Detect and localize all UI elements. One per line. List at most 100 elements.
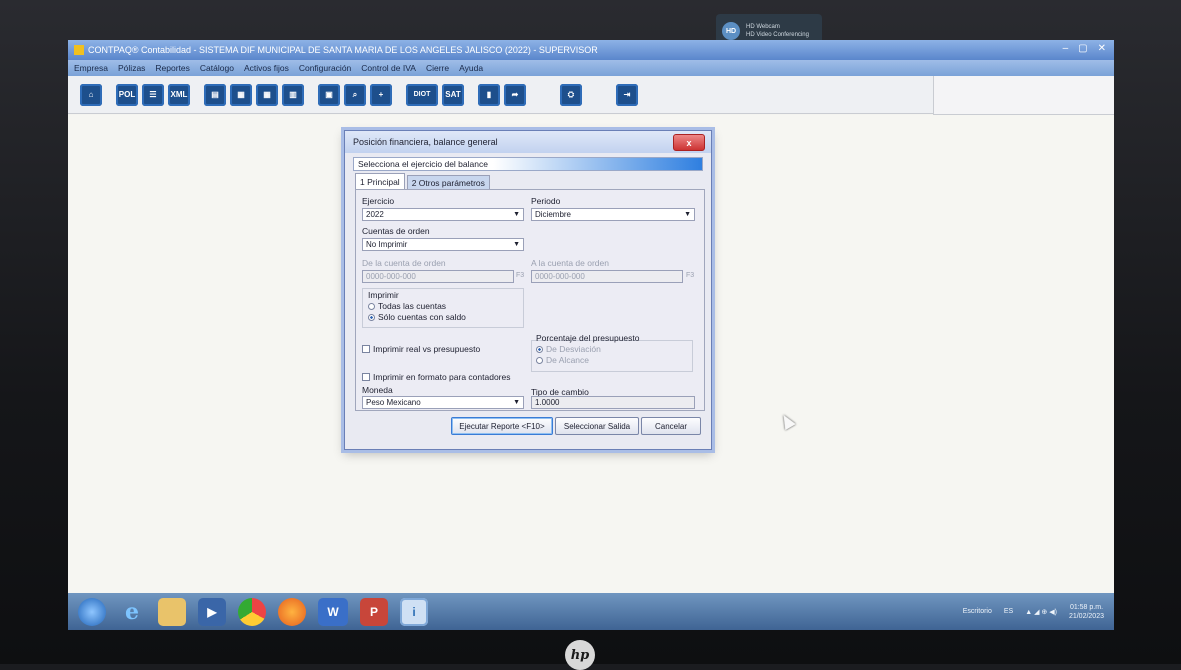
sat-icon[interactable]: SAT bbox=[442, 83, 464, 106]
hp-logo: hp bbox=[565, 640, 595, 670]
desktop-toolbar[interactable]: Escritorio bbox=[963, 608, 992, 615]
cuentas-orden-value: No Imprimir bbox=[366, 240, 408, 249]
search-report-icon[interactable]: ⌕ bbox=[344, 83, 366, 106]
a-cuenta-input[interactable]: 0000-000-000 bbox=[531, 270, 683, 283]
user-settings-icon[interactable]: ⛭ bbox=[560, 83, 582, 106]
tab-otros-parametros[interactable]: 2 Otros parámetros bbox=[406, 175, 490, 190]
clock[interactable]: 01:58 p.m. 21/02/2023 bbox=[1069, 603, 1104, 621]
cuentas-orden-select[interactable]: No Imprimir ▼ bbox=[362, 238, 524, 251]
chevron-down-icon: ▼ bbox=[513, 241, 520, 248]
menu-control-iva[interactable]: Control de IVA bbox=[361, 63, 416, 73]
home-icon[interactable]: ⌂ bbox=[80, 83, 102, 106]
add-icon[interactable]: + bbox=[370, 83, 392, 106]
checkbox-formato-contadores[interactable]: Imprimir en formato para contadores bbox=[362, 372, 510, 382]
clock-date: 21/02/2023 bbox=[1068, 612, 1104, 620]
menu-ayuda[interactable]: Ayuda bbox=[459, 63, 483, 73]
formato-contadores-label: Imprimir en formato para contadores bbox=[373, 372, 511, 382]
powerpoint-icon[interactable]: P bbox=[360, 597, 388, 626]
internet-explorer-icon[interactable]: e bbox=[118, 598, 146, 626]
balance-general-dialog: Posición financiera, balance general x S… bbox=[344, 130, 712, 450]
ejecutar-reporte-button[interactable]: Ejecutar Reporte <F10> bbox=[451, 417, 553, 435]
dialog-close-button[interactable]: x bbox=[673, 134, 705, 151]
chevron-down-icon: ▼ bbox=[684, 211, 691, 218]
app-icon bbox=[74, 45, 84, 55]
seleccionar-salida-button[interactable]: Seleccionar Salida bbox=[555, 417, 639, 435]
radio-off-icon bbox=[536, 356, 543, 364]
checkbox-icon bbox=[362, 373, 370, 381]
ejercicio-value: 2022 bbox=[366, 210, 384, 219]
start-button[interactable] bbox=[78, 597, 106, 626]
cuentas-orden-label: Cuentas de orden bbox=[362, 226, 430, 236]
periodo-label: Periodo bbox=[531, 196, 561, 206]
radio-solo-con-saldo[interactable]: Sólo cuentas con saldo bbox=[368, 312, 466, 322]
calculator-icon[interactable]: ▣ bbox=[318, 83, 340, 106]
dialog-titlebar: Posición financiera, balance general x bbox=[345, 131, 711, 153]
report-icon-3[interactable]: ▥ bbox=[282, 83, 304, 106]
a-cuenta-value: 0000-000-000 bbox=[535, 272, 585, 281]
file-explorer-icon[interactable] bbox=[158, 597, 186, 626]
checkbox-real-vs-presupuesto[interactable]: Imprimir real vs presupuesto bbox=[362, 344, 480, 354]
media-player-icon[interactable]: ▶ bbox=[198, 597, 226, 626]
moneda-select[interactable]: Peso Mexicano ▼ bbox=[362, 396, 524, 409]
de-cuenta-label: De la cuenta de orden bbox=[362, 258, 446, 268]
tipo-cambio-input[interactable]: 1.0000 bbox=[531, 396, 695, 409]
report-icon-1[interactable]: ▦ bbox=[230, 83, 252, 106]
chrome-icon[interactable] bbox=[238, 597, 266, 626]
radio-on-icon bbox=[536, 345, 543, 353]
xml-polizas-icon[interactable]: XML bbox=[168, 83, 190, 106]
ejercicio-label: Ejercicio bbox=[362, 196, 395, 206]
tray-icons[interactable]: ▲ ◢ ⊕ ◀) bbox=[1025, 608, 1057, 616]
menu-activos-fijos[interactable]: Activos fijos bbox=[244, 63, 289, 73]
search-polizas-icon[interactable]: POL bbox=[116, 83, 138, 106]
toolbar-status-box bbox=[933, 76, 1114, 115]
clock-time: 01:58 p.m. bbox=[1069, 603, 1104, 611]
webcam-line1: HD Webcam bbox=[746, 24, 780, 30]
taskbar: e ▶ W P i Escritorio ES ▲ ◢ ⊕ ◀) 01:58 p… bbox=[68, 593, 1114, 630]
radio-de-desviacion[interactable]: De Desviación bbox=[536, 344, 601, 354]
menu-polizas[interactable]: Pólizas bbox=[118, 63, 145, 73]
solo-con-saldo-label: Sólo cuentas con saldo bbox=[378, 312, 466, 322]
firefox-icon[interactable] bbox=[278, 597, 306, 626]
maximize-button[interactable]: ▢ bbox=[1078, 43, 1087, 54]
cancelar-button[interactable]: Cancelar bbox=[641, 417, 701, 435]
contpaq-taskbar-icon[interactable]: i bbox=[400, 597, 428, 626]
menu-configuracion[interactable]: Configuración bbox=[299, 63, 351, 73]
tab-principal[interactable]: 1 Principal bbox=[355, 173, 405, 190]
language-indicator[interactable]: ES bbox=[1004, 608, 1013, 615]
moneda-value: Peso Mexicano bbox=[366, 398, 421, 407]
radio-off-icon bbox=[368, 302, 375, 310]
exit-icon[interactable]: ⇥ bbox=[616, 83, 638, 106]
radio-todas-cuentas[interactable]: Todas las cuentas bbox=[368, 301, 446, 311]
ejercicio-select[interactable]: 2022 ▼ bbox=[362, 208, 524, 221]
report-icon-2[interactable]: ▦ bbox=[256, 83, 278, 106]
minimize-button[interactable]: – bbox=[1063, 43, 1069, 54]
list-icon[interactable]: ☰ bbox=[142, 83, 164, 106]
window-controls: – ▢ ✕ bbox=[1063, 43, 1106, 54]
porcentaje-label: Porcentaje del presupuesto bbox=[536, 333, 640, 343]
window-titlebar: CONTPAQ® Contabilidad - SISTEMA DIF MUNI… bbox=[68, 40, 1114, 60]
menu-catalogo[interactable]: Catálogo bbox=[200, 63, 234, 73]
periodo-select[interactable]: Diciembre ▼ bbox=[531, 208, 695, 221]
radio-de-alcance[interactable]: De Alcance bbox=[536, 355, 589, 365]
de-desviacion-label: De Desviación bbox=[546, 344, 601, 354]
radio-on-icon bbox=[368, 313, 375, 321]
diot-icon[interactable]: DIOT bbox=[406, 83, 438, 106]
tab-panel-principal: Ejercicio 2022 ▼ Periodo Diciembre ▼ Cue… bbox=[355, 189, 705, 411]
checkbox-icon bbox=[362, 345, 370, 353]
de-cuenta-input[interactable]: 0000-000-000 bbox=[362, 270, 514, 283]
window-title: CONTPAQ® Contabilidad - SISTEMA DIF MUNI… bbox=[88, 45, 598, 55]
word-icon[interactable]: W bbox=[318, 597, 348, 626]
menu-reportes[interactable]: Reportes bbox=[155, 63, 190, 73]
imprimir-label: Imprimir bbox=[368, 290, 399, 300]
ledger-icon[interactable]: ▤ bbox=[204, 83, 226, 106]
close-window-button[interactable]: ✕ bbox=[1098, 43, 1106, 54]
chart-icon[interactable]: ▮ bbox=[478, 83, 500, 106]
moneda-label: Moneda bbox=[362, 385, 393, 395]
de-cuenta-f3-hint: F3 bbox=[516, 272, 525, 279]
dialog-tabs: 1 Principal 2 Otros parámetros bbox=[355, 173, 490, 190]
tipo-cambio-value: 1.0000 bbox=[535, 398, 560, 407]
menu-cierre[interactable]: Cierre bbox=[426, 63, 449, 73]
menu-empresa[interactable]: Empresa bbox=[74, 63, 108, 73]
dialog-subtitle: Selecciona el ejercicio del balance bbox=[353, 157, 703, 171]
export-icon[interactable]: ➦ bbox=[504, 83, 526, 106]
